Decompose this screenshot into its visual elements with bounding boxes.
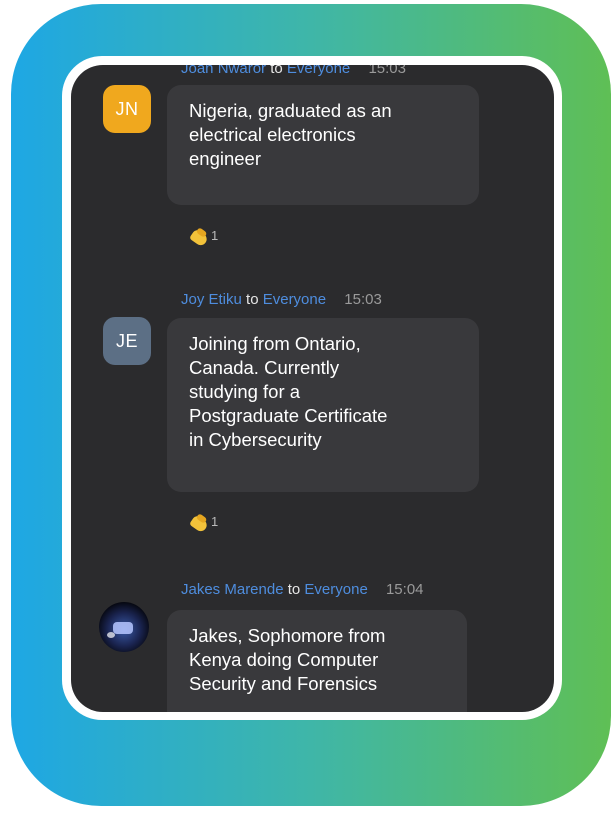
message-bubble: Nigeria, graduated as an electrical elec…	[167, 85, 479, 205]
message-header: Jakes Marende to Everyone 15:04	[181, 581, 424, 598]
message-line: studying for a	[189, 381, 301, 402]
message-header: Joan Nwaror to Everyone 15:03	[181, 65, 406, 77]
avatar: JN	[103, 85, 151, 133]
recipient-name[interactable]: Everyone	[263, 291, 326, 308]
message-bubble: Jakes, Sophomore from Kenya doing Comput…	[167, 610, 467, 712]
message-line: Canada. Currently	[189, 357, 340, 378]
avatar-initials: JE	[115, 330, 138, 351]
message-line: Kenya doing Computer	[189, 649, 379, 670]
message-time: 15:04	[385, 581, 424, 598]
message-line: Jakes, Sophomore from	[189, 625, 386, 646]
avatar-initials: JN	[115, 98, 139, 119]
to-label: to	[246, 291, 259, 308]
chat-panel: Joan Nwaror to Everyone 15:03 JN Nigeria…	[71, 65, 554, 712]
reaction-badge[interactable]: 1	[189, 514, 219, 534]
sender-name[interactable]: Jakes Marende	[181, 581, 284, 598]
message-time: 15:03	[344, 291, 382, 308]
message-time: 15:03	[368, 65, 406, 77]
clap-icon	[189, 228, 209, 248]
to-label: to	[270, 65, 283, 77]
photo-highlight	[107, 632, 115, 638]
clap-icon	[189, 514, 209, 534]
message-line: in Cybersecurity	[189, 429, 322, 450]
profile-photo-avatar	[99, 602, 149, 652]
message-line: Nigeria, graduated as an	[189, 100, 392, 121]
message-line: Joining from Ontario,	[189, 333, 361, 354]
sender-name[interactable]: Joy Etiku	[181, 291, 242, 308]
message-line: electrical electronics	[189, 124, 356, 145]
recipient-name[interactable]: Everyone	[304, 581, 367, 598]
recipient-name[interactable]: Everyone	[287, 65, 350, 77]
sender-name[interactable]: Joan Nwaror	[181, 65, 266, 77]
message-bubble: Joining from Ontario, Canada. Currently …	[167, 318, 479, 492]
photo-highlight	[113, 622, 133, 634]
reaction-count: 1	[211, 228, 219, 243]
reaction-count: 1	[211, 514, 219, 529]
message-line: Security and Forensics	[189, 673, 378, 694]
message-header: Joy Etiku to Everyone 15:03	[181, 291, 382, 308]
avatar: JE	[103, 317, 151, 365]
message-line: Postgraduate Certificate	[189, 405, 388, 426]
message-line: engineer	[189, 148, 262, 169]
reaction-badge[interactable]: 1	[189, 228, 219, 248]
to-label: to	[287, 581, 301, 598]
